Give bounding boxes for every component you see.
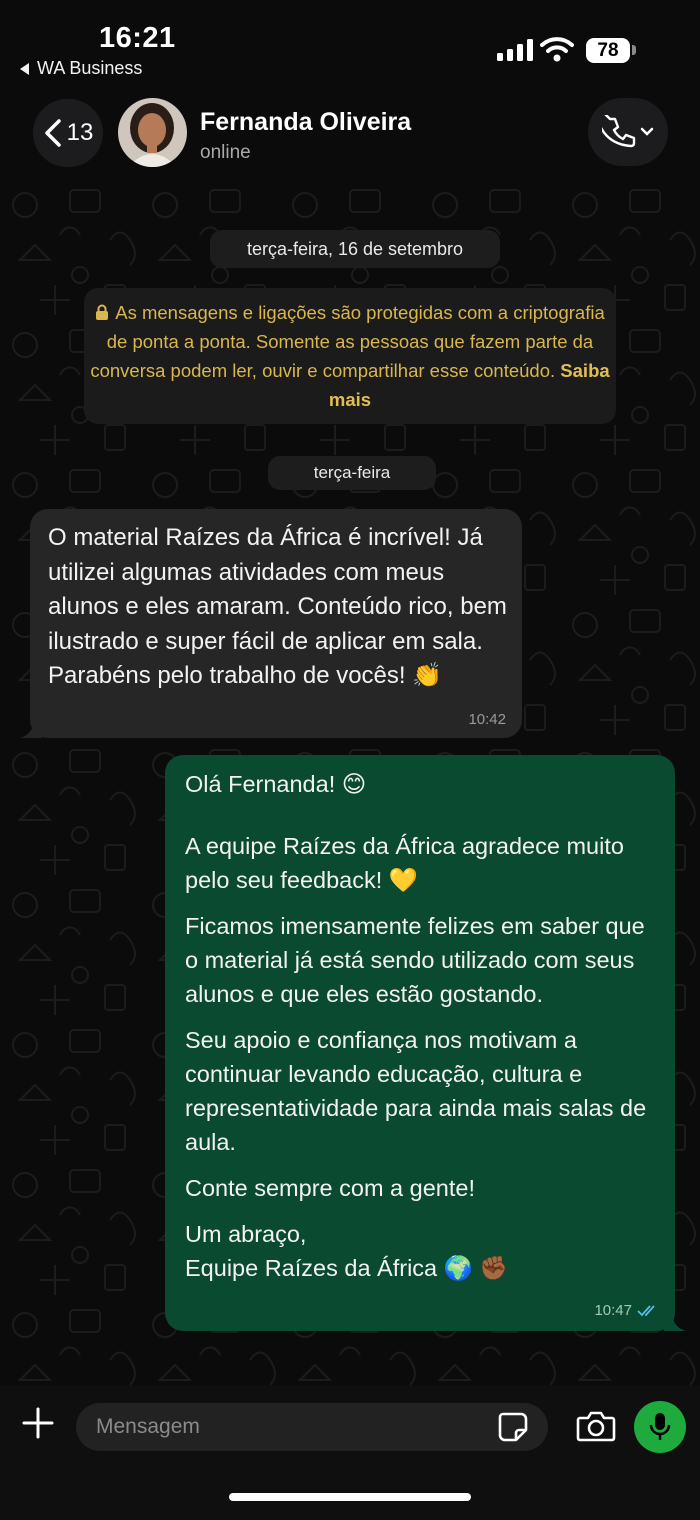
message-paragraph: Conte sempre com a gente! xyxy=(185,1175,475,1201)
outgoing-message[interactable]: Olá Fernanda! 😊 A equipe Raízes da Áfric… xyxy=(165,755,675,1331)
encryption-notice[interactable]: As mensagens e ligações são protegidas c… xyxy=(84,288,616,424)
message-paragraph: Um abraço, Equipe Raízes da África 🌍 ✊🏾 xyxy=(185,1221,509,1281)
date-chip: terça-feira, 16 de setembro xyxy=(210,230,500,268)
cellular-signal-icon xyxy=(497,39,533,61)
back-to-app-link[interactable]: WA Business xyxy=(20,58,142,79)
phone-icon xyxy=(602,115,636,148)
microphone-icon xyxy=(649,1413,671,1440)
message-paragraph: Olá Fernanda! 😊 xyxy=(185,771,367,797)
message-paragraph: Ficamos imensamente felizes em saber que… xyxy=(185,913,645,1007)
message-paragraph: A equipe Raízes da África agradece muito… xyxy=(185,833,624,893)
back-button[interactable]: 13 xyxy=(33,99,103,167)
lock-icon xyxy=(96,304,109,320)
double-check-icon xyxy=(637,1304,655,1316)
encryption-text: As mensagens e ligações são protegidas c… xyxy=(90,302,605,381)
status-time: 16:21 xyxy=(99,22,176,54)
message-paragraph: Seu apoio e confiança nos motivam a cont… xyxy=(185,1027,647,1155)
battery-cap xyxy=(632,45,636,55)
home-indicator[interactable] xyxy=(229,1493,471,1501)
contact-status: online xyxy=(200,142,251,163)
contact-name[interactable]: Fernanda Oliveira xyxy=(200,108,411,137)
message-placeholder: Mensagem xyxy=(96,1415,200,1438)
incoming-message[interactable]: O material Raízes da África é incrível! … xyxy=(30,509,522,738)
day-chip: terça-feira xyxy=(268,456,436,490)
chevron-left-icon xyxy=(44,119,61,147)
sticker-icon[interactable] xyxy=(497,1411,529,1443)
chevron-down-icon xyxy=(640,127,654,136)
mic-button[interactable] xyxy=(634,1401,686,1453)
message-text: O material Raízes da África é incrível! … xyxy=(48,524,507,689)
battery-level: 78 xyxy=(586,38,630,63)
message-meta: 10:47 xyxy=(594,1302,659,1319)
message-time: 10:47 xyxy=(594,1302,632,1319)
unread-count: 13 xyxy=(66,119,94,146)
wifi-icon xyxy=(540,37,574,62)
back-app-label: WA Business xyxy=(37,58,143,78)
message-time: 10:42 xyxy=(468,711,506,728)
plus-icon[interactable] xyxy=(22,1407,54,1439)
message-input[interactable]: Mensagem xyxy=(76,1403,548,1451)
back-triangle-icon xyxy=(20,62,29,75)
call-button[interactable] xyxy=(588,98,668,166)
camera-icon[interactable] xyxy=(576,1410,616,1442)
contact-avatar[interactable] xyxy=(118,98,187,167)
